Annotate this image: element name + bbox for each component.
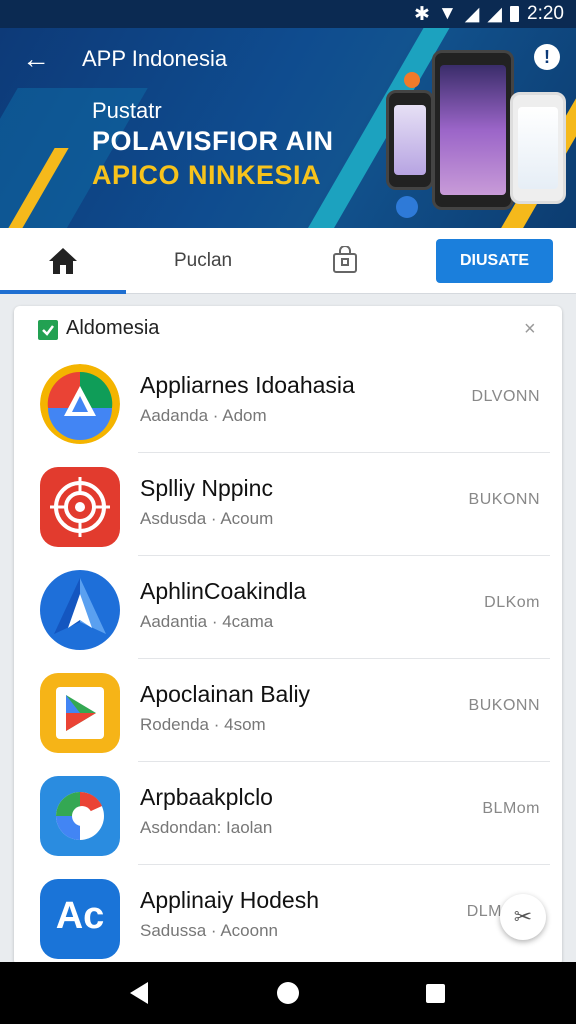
app-name: AphlinCoakindla xyxy=(140,578,307,604)
app-subtitle: Sadussa · Acoonn xyxy=(140,921,278,940)
maps-icon xyxy=(40,776,120,856)
promo-headline: POLAVISFIOR AIN xyxy=(92,126,334,156)
tab-active-indicator xyxy=(0,290,126,294)
list-item[interactable]: Arpbaakplclo Asdondan: Iaolan BLMom xyxy=(14,762,562,865)
signal-icon: ◢ xyxy=(487,3,503,25)
back-triangle-icon[interactable] xyxy=(130,982,148,1004)
app-name: Apoclainan Baliy xyxy=(140,681,311,707)
checkbox-icon[interactable] xyxy=(38,320,58,340)
app-name: Appliarnes Idoahasia xyxy=(140,372,355,398)
app-subtitle: Aadanda · Adom xyxy=(140,406,267,425)
app-action-label[interactable]: DLVONN xyxy=(472,388,541,406)
app-action-label[interactable]: DLM xyxy=(467,903,502,921)
promo-subtitle: Pustatr xyxy=(92,98,162,123)
signal-icon: ◢ xyxy=(464,3,480,25)
home-icon xyxy=(49,248,77,274)
app-name: Applinaiy Hodesh xyxy=(140,887,320,913)
bluetooth-icon: ✱ xyxy=(414,3,430,25)
list-item[interactable]: Appliarnes Idoahasia Aadanda · Adom DLVO… xyxy=(14,350,562,453)
info-icon[interactable]: ! xyxy=(534,44,560,70)
play-icon xyxy=(40,673,120,753)
target-icon xyxy=(40,467,120,547)
recents-square-icon[interactable] xyxy=(426,984,445,1003)
list-item[interactable]: Apoclainan Baliy Rodenda · 4som BUKONN xyxy=(14,659,562,762)
tab-bar: Puclan DIUSATE xyxy=(0,228,576,294)
ac-icon: Ac xyxy=(40,879,120,959)
wifi-icon: ▼ xyxy=(437,3,457,24)
status-bar: ✱ ▼ ◢ ◢ 2:20 xyxy=(0,0,576,28)
card-title: Aldomesia xyxy=(66,317,160,339)
list-item[interactable]: Ac Applinaiy Hodesh Sadussa · Acoonn DLM xyxy=(14,865,562,966)
tools-icon[interactable]: ✂ xyxy=(500,894,546,940)
shopping-bag-icon[interactable] xyxy=(330,245,360,276)
app-action-label[interactable]: BLMom xyxy=(482,800,540,818)
app-subtitle: Asdondan: Iaolan xyxy=(140,818,273,837)
tab-puclan[interactable]: Puclan xyxy=(174,250,232,272)
list-item[interactable]: Splliy Nppinc Asdusda · Acoum BUKONN xyxy=(14,453,562,556)
system-nav-bar xyxy=(0,962,576,1024)
app-action-label[interactable]: DLKom xyxy=(484,594,540,612)
app-title: APP Indonesia xyxy=(82,46,228,71)
home-circle-icon[interactable] xyxy=(277,982,299,1004)
update-button[interactable]: DIUSATE xyxy=(436,239,553,283)
status-time: 2:20 xyxy=(527,3,564,24)
app-subtitle: Rodenda · 4som xyxy=(140,715,266,734)
app-action-label[interactable]: BUKONN xyxy=(469,491,540,509)
battery-icon xyxy=(510,6,520,22)
tab-home[interactable] xyxy=(0,228,126,294)
card-header: Aldomesia × xyxy=(14,306,562,350)
list-item[interactable]: AphlinCoakindla Aadantia · 4cama DLKom xyxy=(14,556,562,659)
app-name: Splliy Nppinc xyxy=(140,475,273,501)
back-arrow-icon[interactable]: ← xyxy=(22,45,52,73)
header-banner: ← APP Indonesia ! Pustatr POLAVISFIOR AI… xyxy=(0,28,576,228)
app-subtitle: Asdusda · Acoum xyxy=(140,509,274,528)
drive-icon xyxy=(40,364,120,444)
close-icon[interactable]: × xyxy=(524,318,536,341)
app-subtitle: Aadantia · 4cama xyxy=(140,612,274,631)
arrow-a-icon xyxy=(40,570,120,650)
app-action-label[interactable]: BUKONN xyxy=(469,697,540,715)
promo-headline-accent: APICO NINKESIA xyxy=(92,160,322,190)
app-name: Arpbaakplclo xyxy=(140,784,273,810)
app-list-card: Aldomesia × Appliarnes Idoahasia Aadanda… xyxy=(14,306,562,966)
